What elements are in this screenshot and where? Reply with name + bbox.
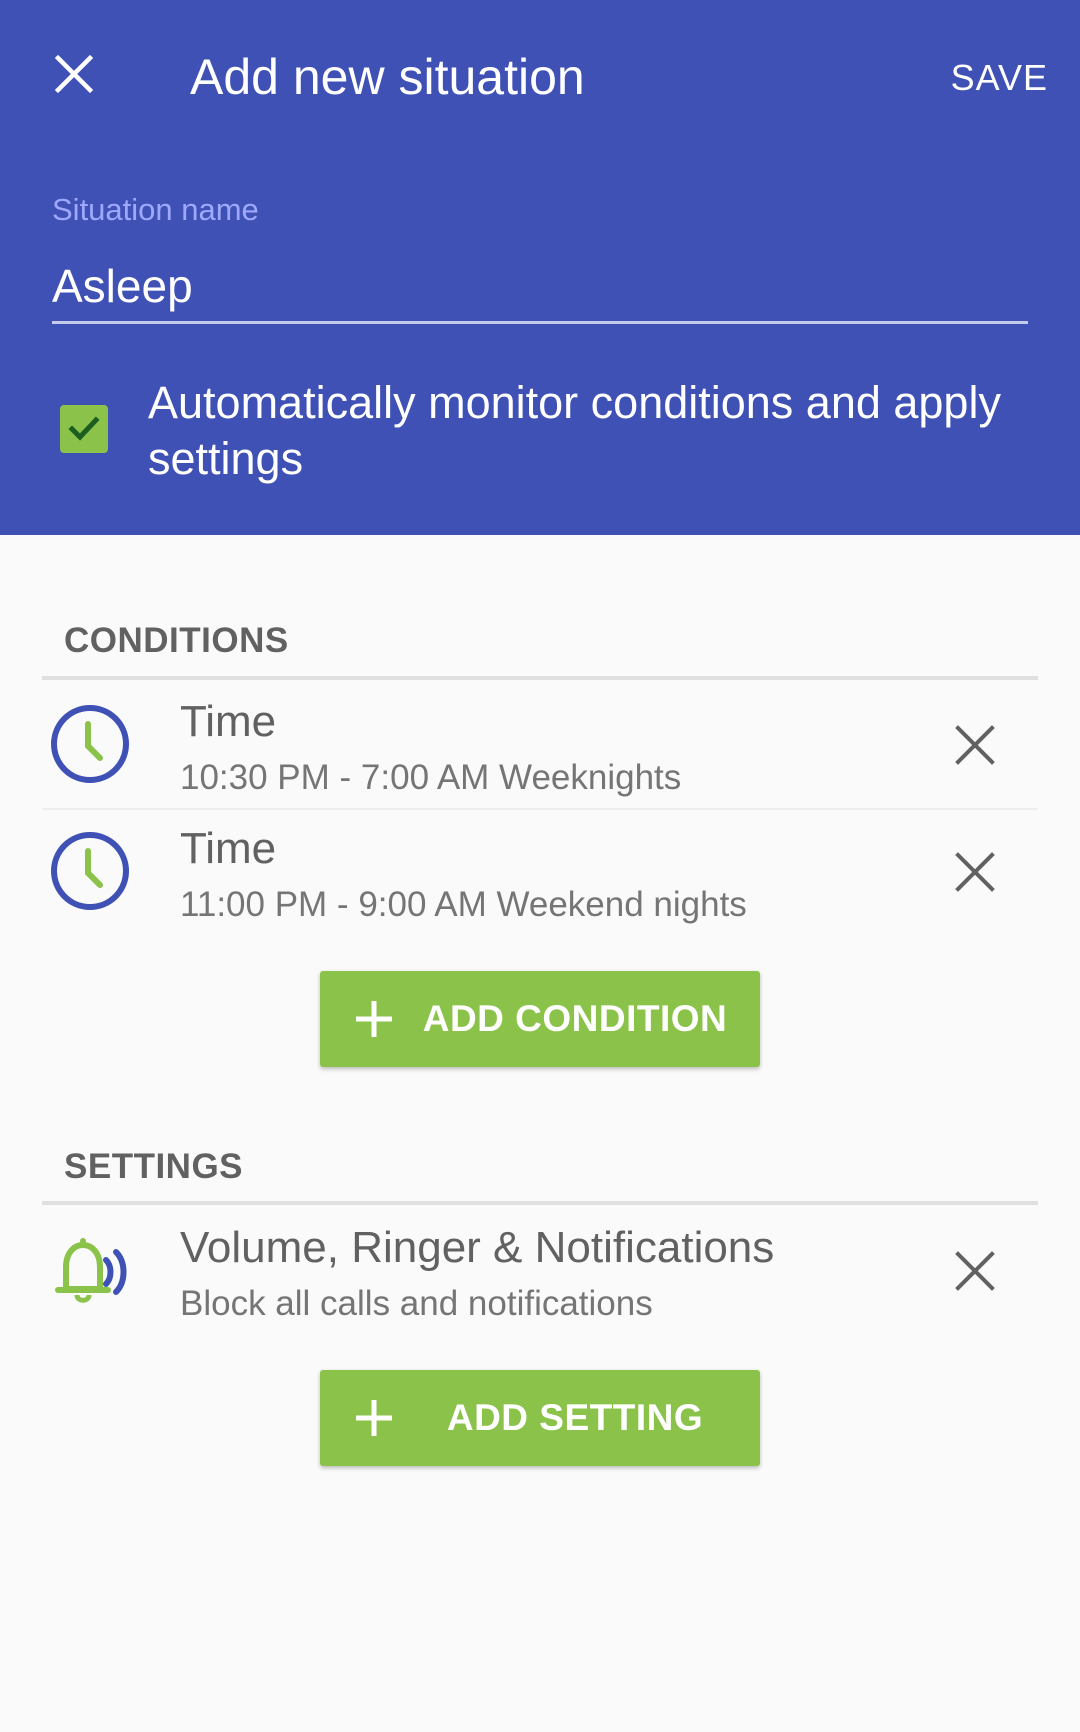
- plus-icon: [356, 1400, 392, 1436]
- close-icon: [955, 1251, 995, 1291]
- close-icon: [54, 54, 94, 94]
- add-setting-label: ADD SETTING: [446, 1397, 704, 1438]
- conditions-divider: [42, 676, 1038, 680]
- condition-subtitle: 10:30 PM - 7:00 AM Weeknights: [180, 758, 682, 797]
- setting-subtitle: Block all calls and notifications: [180, 1284, 653, 1323]
- clock-icon: [46, 827, 134, 915]
- auto-monitor-checkbox[interactable]: [60, 405, 108, 453]
- condition-divider: [42, 808, 1038, 810]
- condition-title: Time: [180, 824, 277, 873]
- condition-title: Time: [180, 697, 277, 746]
- save-button[interactable]: SAVE: [951, 50, 1048, 106]
- settings-section-title: SETTINGS: [64, 1147, 244, 1186]
- add-setting-button[interactable]: ADD SETTING: [320, 1370, 760, 1466]
- checkmark-icon: [68, 416, 100, 441]
- clock-icon: [46, 700, 134, 788]
- condition-subtitle: 11:00 PM - 9:00 AM Weekend nights: [180, 885, 747, 924]
- close-icon: [955, 725, 995, 765]
- plus-icon: [356, 1001, 392, 1037]
- app-bar: Add new situation SAVE Situation name Au…: [0, 0, 1080, 535]
- page-title: Add new situation: [190, 49, 585, 105]
- remove-setting-button[interactable]: [946, 1242, 1004, 1300]
- remove-condition-button[interactable]: [946, 716, 1004, 774]
- situation-name-input[interactable]: [52, 250, 1028, 324]
- close-button[interactable]: [44, 44, 104, 104]
- situation-name-label: Situation name: [52, 192, 259, 227]
- auto-monitor-label[interactable]: Automatically monitor conditions and app…: [148, 375, 1028, 487]
- setting-title: Volume, Ringer & Notifications: [180, 1223, 775, 1272]
- remove-condition-button[interactable]: [946, 843, 1004, 901]
- add-condition-label: ADD CONDITION: [422, 998, 728, 1039]
- close-icon: [955, 852, 995, 892]
- settings-divider: [42, 1201, 1038, 1205]
- bell-ringing-icon: [46, 1227, 134, 1315]
- add-condition-button[interactable]: ADD CONDITION: [320, 971, 760, 1067]
- conditions-section-title: CONDITIONS: [64, 621, 289, 660]
